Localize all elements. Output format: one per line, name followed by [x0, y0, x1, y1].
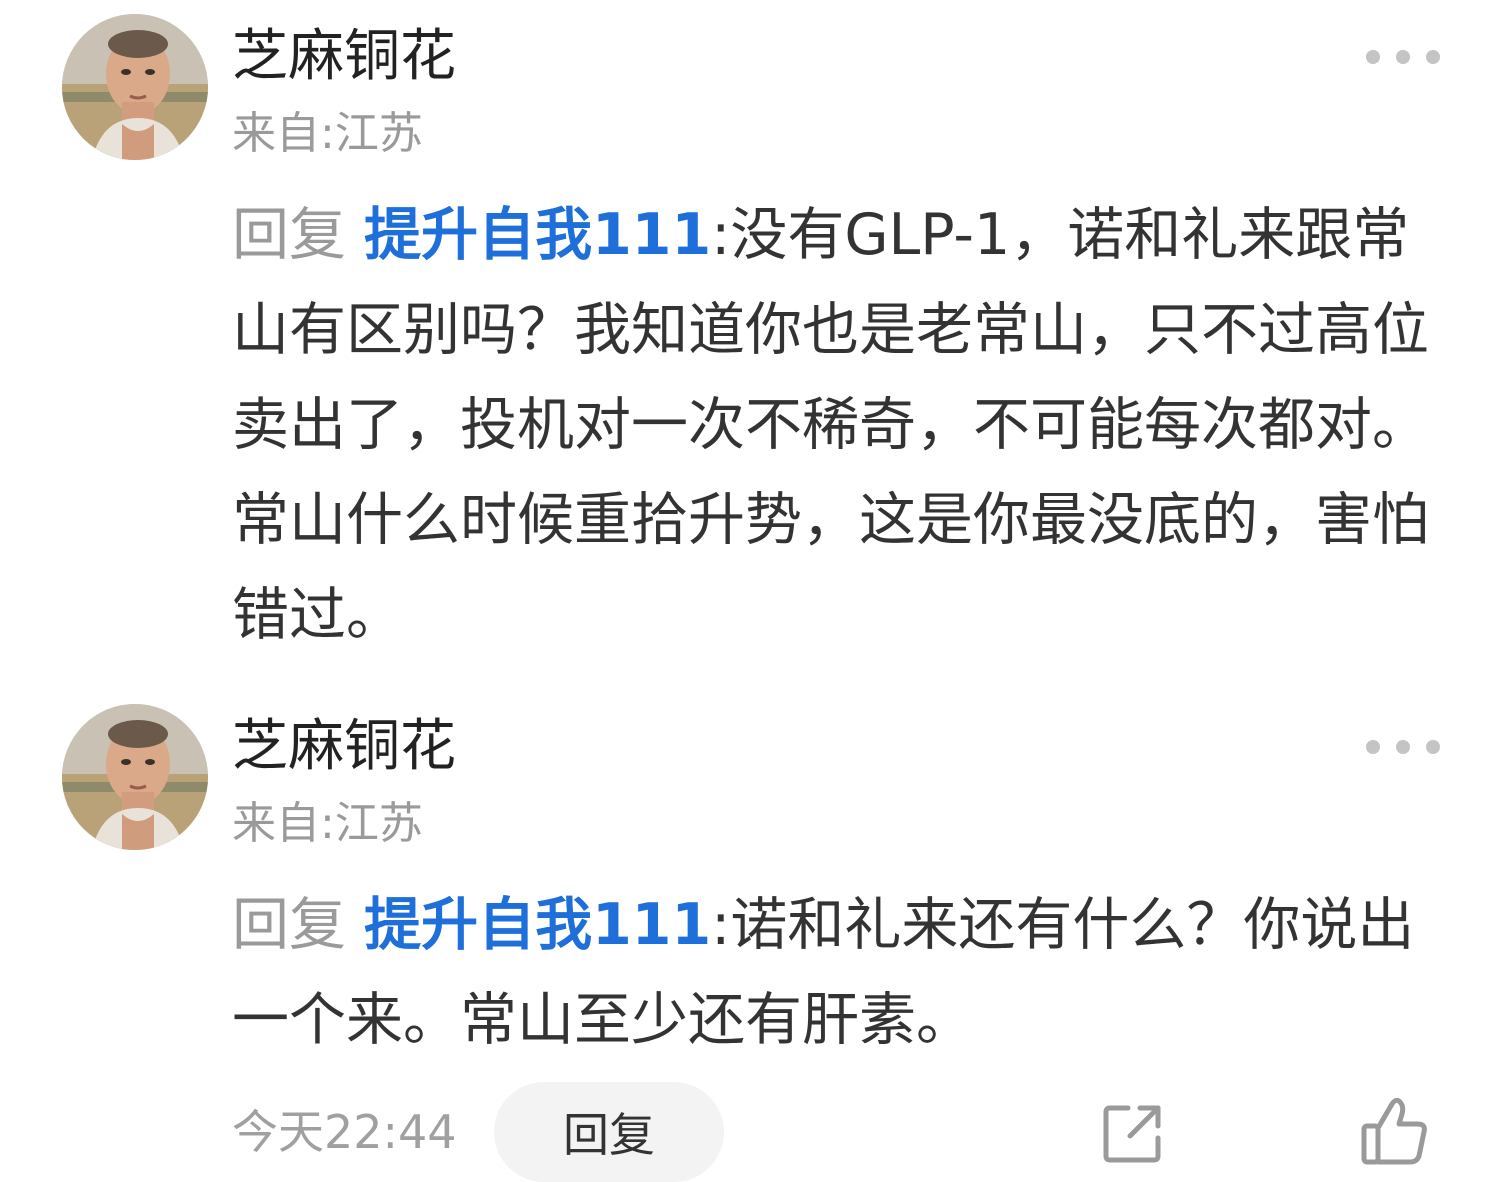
avatar[interactable] [62, 704, 208, 850]
comment-actions-bar: 今天22:44 回复 [0, 1082, 1500, 1182]
reply-prefix: 回复 [232, 202, 346, 268]
username[interactable]: 芝麻铜花 [232, 712, 456, 782]
more-dot [1426, 50, 1440, 64]
comment-body: 回复 提升自我111:没有GLP-1，诺和礼来跟常山有区别吗？我知道你也是老常山… [232, 188, 1442, 663]
reply-prefix: 回复 [232, 892, 346, 958]
comment-body: 回复 提升自我111:诺和礼来还有什么？你说出一个来。常山至少还有肝素。 [232, 878, 1442, 1068]
thumbs-up-icon[interactable] [1358, 1096, 1430, 1168]
more-dot [1396, 50, 1410, 64]
timestamp: 今天22:44 [232, 1105, 457, 1159]
share-icon[interactable] [1100, 1100, 1166, 1166]
avatar-image [62, 704, 208, 850]
comment-item: 芝麻铜花 来自:江苏 回复 提升自我111:诺和礼来还有什么？你说出一个来。常山… [0, 690, 1500, 1090]
separator: : [711, 892, 731, 958]
more-options-button[interactable] [1366, 730, 1440, 764]
user-location: 来自:江苏 [232, 108, 423, 159]
reply-button[interactable]: 回复 [494, 1082, 724, 1182]
more-dot [1396, 740, 1410, 754]
more-options-button[interactable] [1366, 40, 1440, 74]
mention-link[interactable]: 提升自我111 [364, 202, 711, 268]
avatar[interactable] [62, 14, 208, 160]
separator: : [711, 202, 731, 268]
user-location: 来自:江苏 [232, 798, 423, 849]
more-dots-icon [1366, 740, 1380, 754]
comment-item: 芝麻铜花 来自:江苏 回复 提升自我111:没有GLP-1，诺和礼来跟常山有区别… [0, 0, 1500, 680]
mention-link[interactable]: 提升自我111 [364, 892, 711, 958]
more-dots-icon [1366, 50, 1380, 64]
username[interactable]: 芝麻铜花 [232, 22, 456, 92]
more-dot [1426, 740, 1440, 754]
avatar-image [62, 14, 208, 160]
comment-text: 没有GLP-1，诺和礼来跟常山有区别吗？我知道你也是老常山，只不过高位卖出了，投… [232, 202, 1429, 648]
